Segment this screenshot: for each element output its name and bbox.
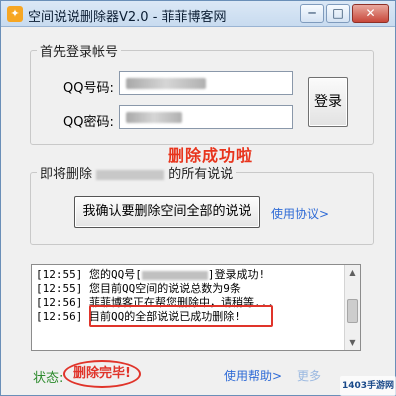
delete-group-title-suffix: 的所有说说 xyxy=(168,167,234,182)
log-text: 您的QQ号[ xyxy=(88,268,142,281)
log-line: [12:55] 您目前QQ空间的说说总数为9条 xyxy=(36,282,341,296)
scroll-up-arrow-icon[interactable]: ▲ xyxy=(345,265,360,280)
window-title: 空间说说删除器V2.0 - 菲菲博客网 xyxy=(28,10,227,25)
qq-number-label: QQ号码: xyxy=(63,81,114,96)
delete-group-title: 即将删除 的所有说说 xyxy=(37,163,236,182)
scroll-thumb[interactable] xyxy=(347,299,358,323)
qq-password-label: QQ密码: xyxy=(63,115,114,130)
masked-qq-number xyxy=(126,78,206,89)
log-time: [12:56] xyxy=(36,310,83,323)
log-line: [12:55] 您的QQ号[ ]登录成功! xyxy=(36,268,341,282)
close-button[interactable]: ✕ xyxy=(352,4,389,23)
scroll-down-arrow-icon[interactable]: ▼ xyxy=(345,335,360,350)
log-time: [12:55] xyxy=(36,282,83,295)
qq-password-field[interactable] xyxy=(119,105,293,129)
maximize-button[interactable]: □ xyxy=(326,4,350,23)
login-button[interactable]: 登录 xyxy=(308,77,348,127)
log-text: 您目前QQ空间的说说总数为9条 xyxy=(88,282,241,295)
highlight-annotation-box xyxy=(89,305,273,327)
status-value: 删除完毕! xyxy=(63,360,141,388)
log-scrollbar[interactable]: ▲ ▼ xyxy=(344,265,360,350)
qq-number-field[interactable] xyxy=(119,71,293,95)
status-label: 状态: xyxy=(33,371,64,386)
delete-group-title-prefix: 即将删除 xyxy=(40,167,93,182)
login-group-title: 首先登录帐号 xyxy=(40,45,119,60)
masked-password xyxy=(126,112,182,123)
more-link[interactable]: 更多 xyxy=(297,367,321,384)
log-text: ]登录成功! xyxy=(207,268,266,281)
usage-help-link[interactable]: 使用帮助> xyxy=(224,367,282,384)
masked-qq-number xyxy=(141,270,208,280)
title-bar[interactable]: ✦ 空间说说删除器V2.0 - 菲菲博客网 ─ □ ✕ xyxy=(1,1,395,27)
app-icon: ✦ xyxy=(7,6,23,22)
masked-account xyxy=(96,169,165,180)
log-time: [12:55] xyxy=(36,268,83,281)
site-watermark: 1403手游网 xyxy=(340,376,396,396)
minimize-button[interactable]: ─ xyxy=(300,4,324,23)
log-time: [12:56] xyxy=(36,296,83,309)
app-window: ✦ 空间说说删除器V2.0 - 菲菲博客网 ─ □ ✕ 首先登录帐号 QQ号码:… xyxy=(0,0,396,396)
usage-protocol-link[interactable]: 使用协议> xyxy=(271,205,329,222)
confirm-delete-button[interactable]: 我确认要删除空间全部的说说 xyxy=(74,196,260,228)
